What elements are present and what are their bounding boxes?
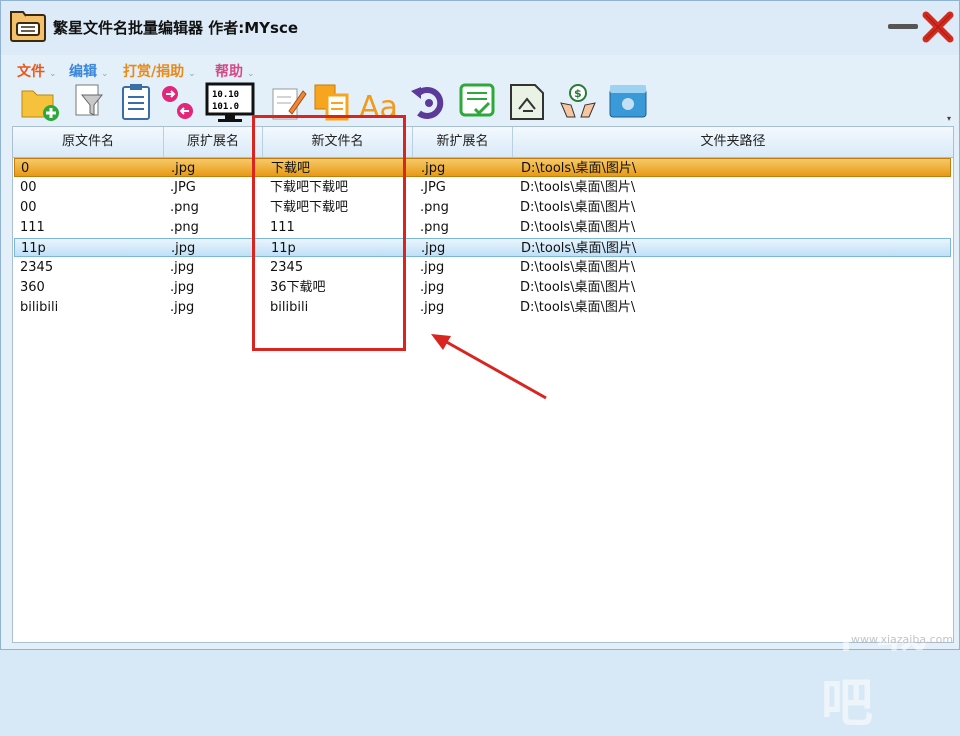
cell-new-ext: .jpg [420,260,445,275]
chevron-down-icon: ⌄ [247,69,255,79]
rename-doc-icon[interactable] [507,81,549,123]
font-case-icon[interactable]: Aa [357,81,399,125]
table-row[interactable]: 0 .jpg 下载吧 .jpg D:\tools\桌面\图片\ [14,158,951,177]
cell-new-name: 下载吧下载吧 [270,180,349,195]
chevron-down-icon: ⌄ [49,69,57,79]
cell-path: D:\tools\桌面\图片\ [520,280,636,295]
checklist-icon[interactable] [457,81,499,123]
clipboard-icon[interactable] [115,81,157,123]
cell-new-ext: .png [420,220,449,235]
col-header-orig-ext[interactable]: 原扩展名 [164,127,263,157]
cell-orig-ext: .jpg [171,241,196,256]
cell-orig-name: 11p [21,241,46,256]
table-row[interactable]: 00 .JPG 下载吧下载吧 .JPG D:\tools\桌面\图片\ [14,178,951,197]
close-button[interactable] [920,9,956,45]
cell-path: D:\tools\桌面\图片\ [520,300,636,315]
toolbar: 10.10 101.0 Aa $ ▾ [13,81,953,125]
filter-icon[interactable] [68,81,110,123]
cell-orig-ext: .jpg [171,161,196,176]
cell-path: D:\tools\桌面\图片\ [520,260,636,275]
col-header-orig-name[interactable]: 原文件名 [13,127,164,157]
table-row[interactable]: 111 .png 111 .png D:\tools\桌面\图片\ [14,218,951,237]
cell-orig-name: 0 [21,161,30,176]
cell-new-ext: .jpg [420,280,445,295]
table-header: 原文件名 原扩展名 新文件名 新扩展名 文件夹路径 [13,127,953,158]
chevron-down-icon: ⌄ [188,69,196,79]
table-row[interactable]: 360 .jpg 36下载吧 .jpg D:\tools\桌面\图片\ [14,278,951,297]
minimize-button[interactable] [888,14,918,38]
watermark-url: www.xiazaiba.com [851,633,954,646]
col-header-path[interactable]: 文件夹路径 [513,127,953,157]
donate-icon[interactable]: $ [557,81,599,123]
cell-orig-ext: .jpg [170,280,195,295]
cell-new-name: 下载吧下载吧 [270,200,349,215]
settings-box-icon[interactable] [607,81,649,123]
window-title: 繁星文件名批量编辑器 作者:MYsce [53,19,299,37]
cell-new-ext: .jpg [421,241,446,256]
menu-edit-label: 编辑 [69,64,97,80]
table-row[interactable]: bilibili .jpg bilibili .jpg D:\tools\桌面\… [14,298,951,317]
menu-help-label: 帮助 [215,64,243,80]
cell-new-name: 下载吧 [271,161,311,176]
title-bar: 繁星文件名批量编辑器 作者:MYsce [1,1,959,55]
cell-orig-ext: .jpg [170,260,195,275]
cell-orig-ext: .png [170,220,199,235]
table-row[interactable]: 11p .jpg 11p .jpg D:\tools\桌面\图片\ [14,238,951,257]
menu-file[interactable]: 文件 ⌄ [17,61,57,81]
col-header-new-ext[interactable]: 新扩展名 [413,127,513,157]
cell-orig-ext: .jpg [170,300,195,315]
cell-new-ext: .jpg [421,161,446,176]
file-list-table: 原文件名 原扩展名 新文件名 新扩展名 文件夹路径 0 .jpg 下载吧 .jp… [12,126,954,643]
folder-app-icon [10,9,46,43]
swap-arrows-icon[interactable] [159,81,201,123]
menu-donate-label: 打赏/捐助 [123,64,185,80]
cell-path: D:\tools\桌面\图片\ [520,200,636,215]
cell-new-name: 111 [270,220,295,235]
cell-path: D:\tools\桌面\图片\ [520,180,636,195]
svg-text:Aa: Aa [359,90,398,123]
cell-orig-name: 111 [20,220,45,235]
toolbar-overflow-button[interactable]: ▾ [947,114,951,123]
close-icon [922,11,954,43]
cell-orig-name: 00 [20,200,37,215]
cell-orig-name: 2345 [20,260,54,275]
menu-bar: 文件 ⌄ 编辑 ⌄ 打赏/捐助 ⌄ 帮助 ⌄ [13,59,953,81]
cell-orig-ext: .JPG [170,180,196,195]
table-row[interactable]: 2345 .jpg 2345 .jpg D:\tools\桌面\图片\ [14,258,951,277]
svg-text:101.0: 101.0 [212,102,239,112]
menu-help[interactable]: 帮助 ⌄ [215,61,255,81]
add-folder-icon[interactable] [19,81,61,123]
cell-new-ext: .JPG [420,180,446,195]
undo-icon[interactable] [407,81,449,123]
app-window: 繁星文件名批量编辑器 作者:MYsce 文件 ⌄ 编辑 ⌄ 打赏/捐助 ⌄ 帮助 ⌄ 1… [0,0,960,734]
cell-path: D:\tools\桌面\图片\ [521,241,637,256]
cell-orig-ext: .png [170,200,199,215]
chevron-down-icon: ⌄ [101,69,109,79]
edit-doc-icon[interactable] [267,81,309,123]
cell-orig-name: bilibili [20,300,59,315]
cell-orig-name: 00 [20,180,37,195]
cell-new-ext: .png [420,200,449,215]
cell-new-name: 36下载吧 [270,280,326,295]
cell-new-name: 2345 [270,260,304,275]
cell-new-name: 11p [271,241,296,256]
binary-numbers-icon[interactable]: 10.10 101.0 [205,81,255,123]
cell-orig-name: 360 [20,280,45,295]
menu-file-label: 文件 [17,64,45,80]
svg-text:10.10: 10.10 [212,90,239,100]
table-row[interactable]: 00 .png 下载吧下载吧 .png D:\tools\桌面\图片\ [14,198,951,217]
cell-new-ext: .jpg [420,300,445,315]
svg-text:$: $ [574,87,582,100]
cell-new-name: bilibili [270,300,309,315]
watermark-logo: 下载吧 [821,599,930,734]
cell-path: D:\tools\桌面\图片\ [520,220,636,235]
col-header-new-name[interactable]: 新文件名 [263,127,413,157]
copy-doc-icon[interactable] [311,81,353,123]
cell-path: D:\tools\桌面\图片\ [521,161,637,176]
menu-edit[interactable]: 编辑 ⌄ [69,61,109,81]
menu-donate[interactable]: 打赏/捐助 ⌄ [123,61,196,81]
